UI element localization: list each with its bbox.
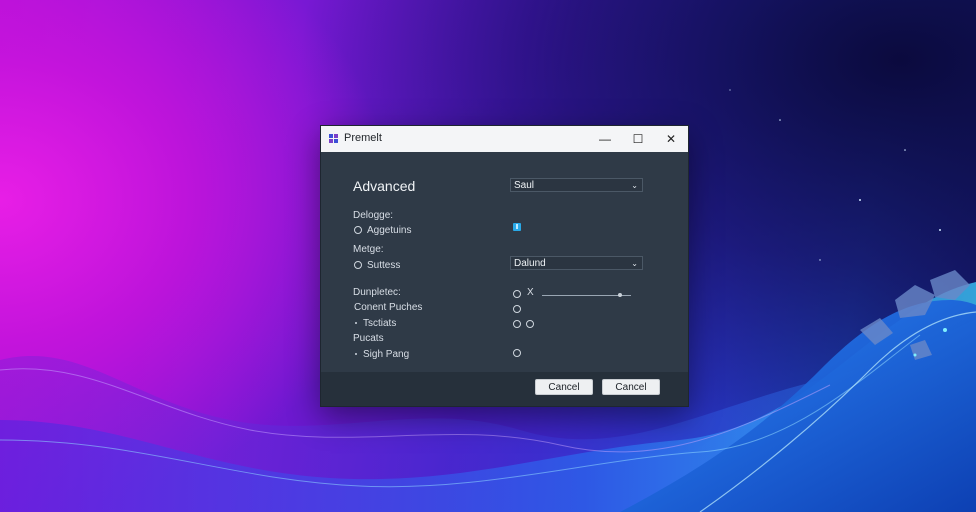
section-label-metge: Metge: [353, 244, 384, 255]
item-sigh-pang-label: Sigh Pang [363, 349, 410, 360]
radio-icon[interactable] [513, 290, 521, 298]
chevron-down-icon: ⌄ [631, 181, 638, 190]
item-content-puches: Conent Puches [354, 302, 423, 313]
top-select[interactable]: Saul ⌄ [510, 178, 643, 192]
item-tsctiats-label: Tsctiats [363, 318, 397, 329]
radio-icon[interactable] [513, 305, 521, 313]
maximize-button[interactable]: ☐ [622, 126, 654, 152]
dialog-heading: Advanced [353, 178, 416, 194]
chevron-down-icon: ⌄ [631, 259, 638, 268]
middle-select-value: Dalund [514, 258, 546, 269]
slider-thumb[interactable] [618, 293, 622, 297]
item-tsctiats: Tsctiats [354, 318, 396, 329]
cancel-button-2[interactable]: Cancel [602, 379, 660, 395]
radio-icon[interactable] [354, 226, 362, 235]
radio-icon[interactable] [513, 320, 521, 328]
middle-select[interactable]: Dalund ⌄ [510, 256, 643, 270]
option-suttess-label: Suttess [367, 260, 401, 271]
bullet-icon [355, 353, 357, 356]
radio-icon[interactable] [354, 261, 362, 270]
item-sigh-pang: Sigh Pang [354, 349, 409, 360]
close-button[interactable]: ✕ [655, 126, 687, 152]
app-icon [329, 134, 339, 144]
advanced-dialog: Premelt — ☐ ✕ Advanced Saul ⌄ Delogge: A… [320, 125, 689, 407]
window-title: Premelt [344, 132, 382, 144]
section-label-dunpletec: Dunpletec: [353, 287, 401, 298]
title-bar: Premelt — ☐ ✕ [321, 126, 688, 152]
section-label-delogge: Delogge: [353, 210, 394, 221]
option-aggetuins-label: Aggetuins [367, 225, 412, 236]
x-mark: X [527, 287, 534, 298]
option-aggetuins[interactable]: Aggetuins [354, 225, 411, 236]
section-label-pucats: Pucats [353, 333, 384, 344]
minimize-button[interactable]: — [589, 126, 621, 152]
top-select-value: Saul [514, 180, 535, 191]
radio-icon[interactable] [513, 349, 521, 357]
bullet-icon [355, 322, 357, 325]
checkbox[interactable] [513, 223, 521, 231]
radio-icon[interactable] [526, 320, 534, 328]
dialog-footer: Cancel Cancel [321, 372, 688, 406]
cancel-button-1[interactable]: Cancel [535, 379, 593, 395]
option-suttess[interactable]: Suttess [354, 260, 400, 271]
